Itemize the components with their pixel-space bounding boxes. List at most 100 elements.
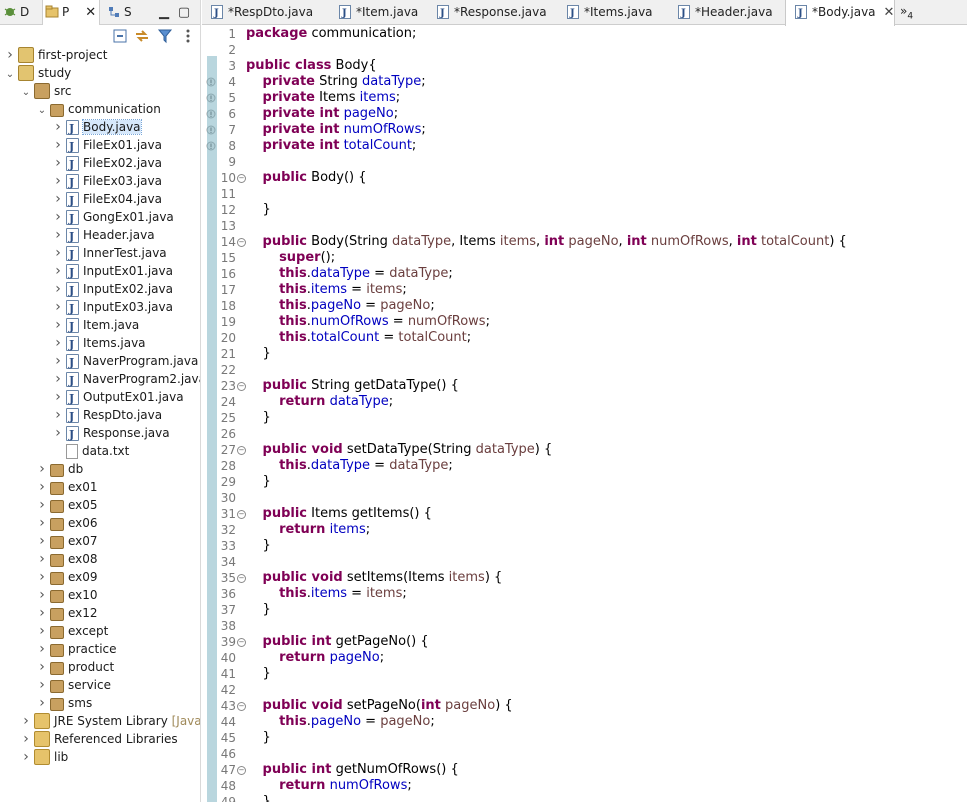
tree-item[interactable]: › InputEx03.java — [52, 298, 173, 318]
tree-item[interactable]: › InnerTest.java — [52, 244, 166, 264]
tree-item[interactable]: › Header.java — [52, 226, 154, 246]
chevron-right-icon[interactable]: › — [4, 46, 16, 64]
tree-item[interactable]: › first-project — [4, 46, 107, 64]
tree-item[interactable]: › ex08 — [36, 550, 98, 568]
code-area[interactable]: package communication; public class Body{… — [246, 25, 966, 802]
tree-item[interactable]: data.txt — [52, 442, 129, 460]
tree-item[interactable]: › ex05 — [36, 496, 98, 514]
editor-tab[interactable]: J *Header.java — [669, 0, 777, 25]
chevron-right-icon[interactable]: › — [36, 460, 48, 478]
chevron-right-icon[interactable]: › — [52, 244, 64, 262]
tree-item[interactable]: › GongEx01.java — [52, 208, 174, 228]
fold-collapse-icon[interactable]: − — [237, 702, 246, 711]
link-with-editor-icon[interactable] — [134, 28, 150, 44]
tab-package-explorer[interactable]: P ✕ — [42, 0, 100, 25]
chevron-right-icon[interactable]: › — [36, 514, 48, 532]
chevron-down-icon[interactable]: ⌄ — [20, 84, 32, 102]
fold-collapse-icon[interactable]: − — [237, 238, 246, 247]
chevron-right-icon[interactable]: › — [20, 730, 32, 748]
tree-item[interactable]: › FileEx01.java — [52, 136, 162, 156]
chevron-right-icon[interactable]: › — [36, 568, 48, 586]
chevron-right-icon[interactable]: › — [36, 478, 48, 496]
minimize-button[interactable]: ▁ — [156, 0, 172, 25]
fold-collapse-icon[interactable]: − — [237, 638, 246, 647]
filter-icon[interactable] — [157, 28, 173, 44]
tree-item[interactable]: › practice — [36, 640, 117, 658]
tree-item[interactable]: ⌄ communication — [36, 100, 161, 118]
tree-item[interactable]: › ex12 — [36, 604, 98, 622]
tree-item[interactable]: › ex01 — [36, 478, 98, 496]
tree-item[interactable]: › Items.java — [52, 334, 145, 354]
editor-tab[interactable]: J *Items.java — [558, 0, 662, 25]
chevron-down-icon[interactable]: ⌄ — [4, 66, 16, 84]
tree-item[interactable]: › ex10 — [36, 586, 98, 604]
chevron-right-icon[interactable]: › — [52, 118, 64, 136]
fold-collapse-icon[interactable]: − — [237, 766, 246, 775]
chevron-right-icon[interactable]: › — [36, 694, 48, 712]
tree-item[interactable]: › FileEx02.java — [52, 154, 162, 174]
tree-item[interactable]: › service — [36, 676, 111, 694]
tree-item[interactable]: › RespDto.java — [52, 406, 162, 426]
chevron-right-icon[interactable]: › — [36, 586, 48, 604]
chevron-right-icon[interactable]: › — [52, 226, 64, 244]
chevron-right-icon[interactable]: › — [52, 154, 64, 172]
close-icon[interactable]: ✕ — [884, 0, 895, 25]
chevron-right-icon[interactable]: › — [20, 748, 32, 766]
tree-item[interactable]: › Item.java — [52, 316, 139, 336]
chevron-right-icon[interactable]: › — [52, 136, 64, 154]
chevron-right-icon[interactable]: › — [52, 262, 64, 280]
tree-item[interactable]: › db — [36, 460, 83, 478]
fold-collapse-icon[interactable]: − — [237, 382, 246, 391]
chevron-right-icon[interactable]: › — [52, 370, 64, 388]
chevron-right-icon[interactable]: › — [36, 550, 48, 568]
collapse-all-icon[interactable] — [112, 28, 128, 44]
tree-item[interactable]: › except — [36, 622, 108, 640]
tree-item[interactable]: › Response.java — [52, 424, 169, 444]
fold-collapse-icon[interactable]: − — [237, 174, 246, 183]
chevron-right-icon[interactable]: › — [52, 424, 64, 442]
tree-item[interactable]: › Referenced Libraries — [20, 730, 178, 748]
tab-search[interactable]: S — [107, 0, 132, 25]
chevron-right-icon[interactable]: › — [36, 604, 48, 622]
tree-item[interactable]: › FileEx03.java — [52, 172, 162, 192]
tab-debug[interactable]: D — [3, 0, 29, 25]
chevron-right-icon[interactable]: › — [52, 208, 64, 226]
tree-item[interactable]: › Body.java — [52, 118, 142, 138]
more-tabs-button[interactable]: »4 — [900, 0, 913, 25]
view-menu-icon[interactable] — [180, 28, 196, 44]
chevron-right-icon[interactable]: › — [52, 406, 64, 424]
tree-item[interactable]: › ex07 — [36, 532, 98, 550]
fold-collapse-icon[interactable]: − — [237, 446, 246, 455]
tree-item[interactable]: › NaverProgram.java — [52, 352, 198, 372]
tree-item[interactable]: › InputEx02.java — [52, 280, 173, 300]
chevron-right-icon[interactable]: › — [52, 388, 64, 406]
chevron-right-icon[interactable]: › — [52, 280, 64, 298]
chevron-right-icon[interactable]: › — [36, 658, 48, 676]
tree-item[interactable]: › OutputEx01.java — [52, 388, 183, 408]
editor-tab[interactable]: J *Response.java — [428, 0, 552, 25]
chevron-right-icon[interactable]: › — [52, 298, 64, 316]
fold-collapse-icon[interactable]: − — [237, 510, 246, 519]
chevron-right-icon[interactable]: › — [52, 172, 64, 190]
tree-item[interactable]: › InputEx01.java — [52, 262, 173, 282]
chevron-right-icon[interactable]: › — [36, 532, 48, 550]
chevron-right-icon[interactable]: › — [36, 622, 48, 640]
tree-item[interactable]: ⌄ src — [20, 82, 72, 100]
editor-tab[interactable]: J *Item.java — [330, 0, 422, 25]
chevron-right-icon[interactable]: › — [52, 352, 64, 370]
chevron-right-icon[interactable]: › — [52, 316, 64, 334]
chevron-right-icon[interactable]: › — [20, 712, 32, 730]
tree-item[interactable]: › ex06 — [36, 514, 98, 532]
tree-item[interactable]: › JRE System Library [JavaSE- — [20, 712, 200, 730]
chevron-right-icon[interactable]: › — [52, 190, 64, 208]
maximize-button[interactable]: ▢ — [176, 0, 192, 25]
chevron-right-icon[interactable]: › — [36, 496, 48, 514]
tree-item[interactable]: › lib — [20, 748, 68, 766]
editor-tab[interactable]: J *RespDto.java — [202, 0, 324, 25]
fold-collapse-icon[interactable]: − — [237, 574, 246, 583]
tree-item[interactable]: › ex09 — [36, 568, 98, 586]
tree-item[interactable]: › product — [36, 658, 114, 676]
tree-item[interactable]: › sms — [36, 694, 92, 712]
tree-item[interactable]: › FileEx04.java — [52, 190, 162, 210]
chevron-down-icon[interactable]: ⌄ — [36, 102, 48, 120]
